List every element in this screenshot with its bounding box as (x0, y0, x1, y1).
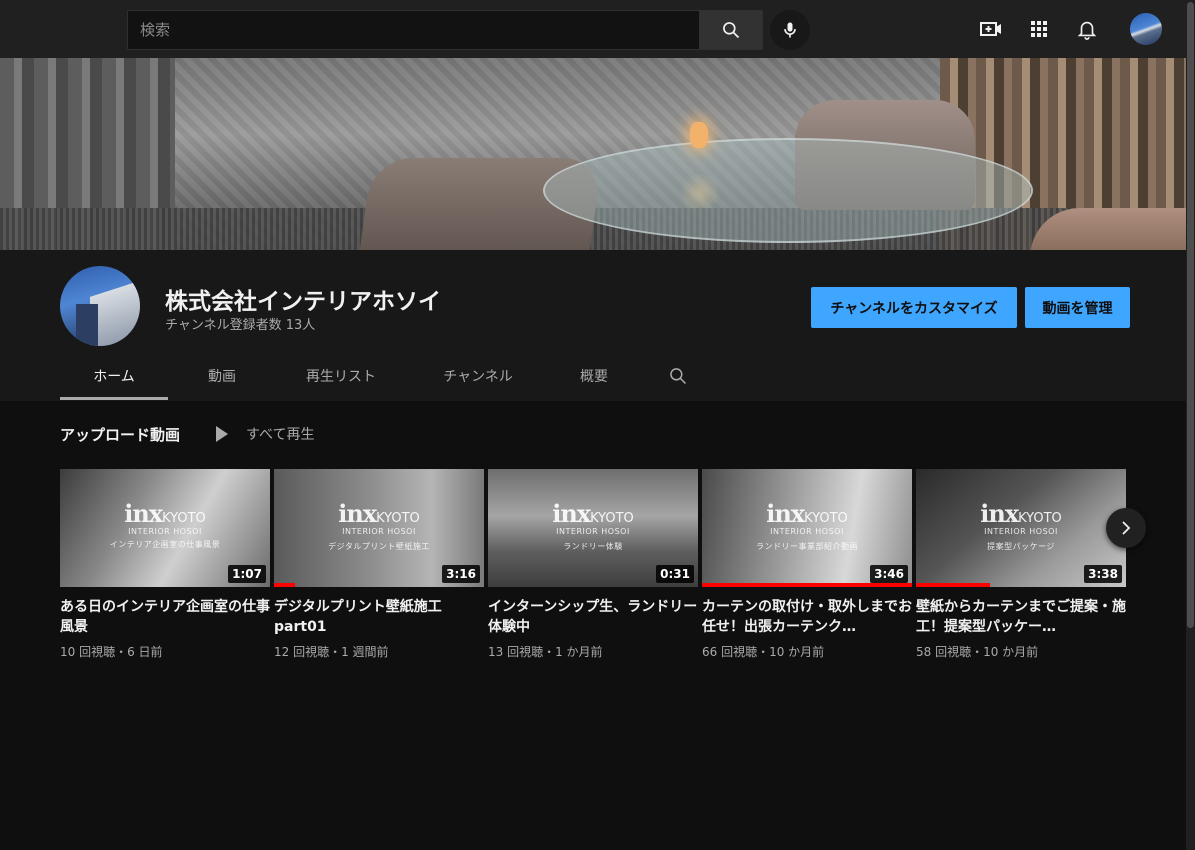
video-thumbnail[interactable]: inxKYOTO INTERIOR HOSOI 提案型パッケージ 3:38 (916, 469, 1126, 587)
tab-home[interactable]: ホーム (60, 352, 168, 400)
thumbnail-watermark: inxKYOTO (980, 499, 1062, 528)
video-card[interactable]: inxKYOTO INTERIOR HOSOI デジタルプリント壁紙施工 3:1… (274, 469, 484, 660)
channel-name: 株式会社インテリアホソイ (165, 289, 441, 315)
watch-progress-bar (274, 583, 295, 587)
video-duration: 3:46 (870, 565, 908, 583)
manage-videos-button[interactable]: 動画を管理 (1025, 287, 1130, 328)
video-title[interactable]: デジタルプリント壁紙施工 part01 (274, 597, 484, 637)
search-button[interactable] (699, 10, 763, 50)
scrollbar-thumb[interactable] (1187, 2, 1194, 628)
avatar-building (76, 304, 98, 346)
bell-icon (1077, 21, 1097, 40)
banner-chair (1030, 208, 1186, 250)
search-icon (670, 368, 687, 385)
thumbnail-caption: インテリア企画室の仕事風景 (109, 540, 221, 549)
tab-channels[interactable]: チャンネル (406, 352, 550, 400)
thumbnail-watermark: inxKYOTO (338, 499, 420, 528)
voice-search-button[interactable] (770, 10, 810, 50)
thumbnail-watermark-sub: INTERIOR HOSOI (342, 527, 416, 536)
banner-candle (690, 122, 708, 148)
video-thumbnail[interactable]: inxKYOTO INTERIOR HOSOI ランドリー事業部紹介動画 3:4… (702, 469, 912, 587)
thumbnail-watermark-sub: INTERIOR HOSOI (984, 527, 1058, 536)
thumbnail-caption: ランドリー体験 (563, 542, 623, 551)
tab-playlists[interactable]: 再生リスト (276, 352, 406, 400)
video-card[interactable]: inxKYOTO INTERIOR HOSOI 提案型パッケージ 3:38 壁紙… (916, 469, 1126, 660)
tab-videos[interactable]: 動画 (168, 352, 276, 400)
play-all-label: すべて再生 (246, 427, 315, 443)
scrollbar[interactable] (1186, 0, 1195, 850)
watch-progress-bar (916, 583, 990, 587)
watch-progress-bar (702, 583, 912, 587)
video-title[interactable]: カーテンの取付け・取外しまでお任せ！出張カーテンク… (702, 597, 912, 637)
video-title[interactable]: ある日のインテリア企画室の仕事風景 (60, 597, 270, 637)
video-card[interactable]: inxKYOTO INTERIOR HOSOI ランドリー体験 0:31 インタ… (488, 469, 698, 660)
notifications-button[interactable] (1075, 17, 1099, 41)
video-thumbnail[interactable]: inxKYOTO INTERIOR HOSOI ランドリー体験 0:31 (488, 469, 698, 587)
chevron-right-icon (1122, 521, 1131, 535)
video-plus-icon (980, 22, 1001, 36)
apps-button[interactable] (1027, 17, 1051, 41)
shelf-next-button[interactable] (1106, 508, 1146, 548)
apps-grid-icon (1031, 21, 1047, 37)
video-title[interactable]: 壁紙からカーテンまでご提案・施工！提案型パッケー… (916, 597, 1126, 637)
thumbnail-watermark: inxKYOTO (124, 499, 206, 528)
video-thumbnail[interactable]: inxKYOTO INTERIOR HOSOI デジタルプリント壁紙施工 3:1… (274, 469, 484, 587)
video-card[interactable]: inxKYOTO INTERIOR HOSOI ランドリー事業部紹介動画 3:4… (702, 469, 912, 660)
play-all-button[interactable]: すべて再生 (216, 424, 314, 444)
thumbnail-watermark-sub: INTERIOR HOSOI (128, 527, 202, 536)
video-duration: 3:16 (442, 565, 480, 583)
thumbnail-watermark-sub: INTERIOR HOSOI (770, 527, 844, 536)
banner-table (543, 138, 1033, 243)
thumbnail-caption: 提案型パッケージ (987, 542, 1055, 551)
thumbnail-caption: デジタルプリント壁紙施工 (328, 542, 430, 551)
tab-about[interactable]: 概要 (550, 352, 638, 400)
video-meta: 10 回視聴・6 日前 (60, 645, 163, 659)
create-video-button[interactable] (979, 17, 1003, 41)
video-card[interactable]: inxKYOTO INTERIOR HOSOI インテリア企画室の仕事風景 1:… (60, 469, 270, 660)
uploads-title: アップロード動画 (60, 426, 181, 444)
video-duration: 3:38 (1084, 565, 1122, 583)
account-avatar[interactable] (1130, 13, 1162, 45)
thumbnail-watermark: inxKYOTO (766, 499, 848, 528)
video-duration: 0:31 (656, 565, 694, 583)
channel-tabs: ホーム 動画 再生リスト チャンネル 概要 (60, 352, 718, 400)
video-title[interactable]: インターンシップ生、ランドリー体験中 (488, 597, 698, 637)
video-meta: 12 回視聴・1 週間前 (274, 645, 389, 659)
thumbnail-watermark-sub: INTERIOR HOSOI (556, 527, 630, 536)
video-meta: 58 回視聴・10 か月前 (916, 645, 1039, 659)
video-meta: 66 回視聴・10 か月前 (702, 645, 825, 659)
search-icon (723, 22, 740, 39)
search-input[interactable] (140, 21, 699, 39)
channel-avatar[interactable] (60, 266, 140, 346)
play-icon (216, 426, 228, 442)
subscriber-count: チャンネル登録者数 13人 (165, 318, 316, 333)
thumbnail-caption: ランドリー事業部紹介動画 (756, 542, 858, 551)
top-bar (0, 0, 1195, 58)
video-meta: 13 回視聴・1 か月前 (488, 645, 603, 659)
video-duration: 1:07 (228, 565, 266, 583)
microphone-icon (784, 22, 796, 38)
channel-banner (0, 58, 1186, 250)
customize-channel-button[interactable]: チャンネルをカスタマイズ (811, 287, 1017, 328)
thumbnail-watermark: inxKYOTO (552, 499, 634, 528)
search-box[interactable] (127, 10, 700, 50)
tab-search[interactable] (638, 352, 718, 400)
video-thumbnail[interactable]: inxKYOTO INTERIOR HOSOI インテリア企画室の仕事風景 1:… (60, 469, 270, 587)
